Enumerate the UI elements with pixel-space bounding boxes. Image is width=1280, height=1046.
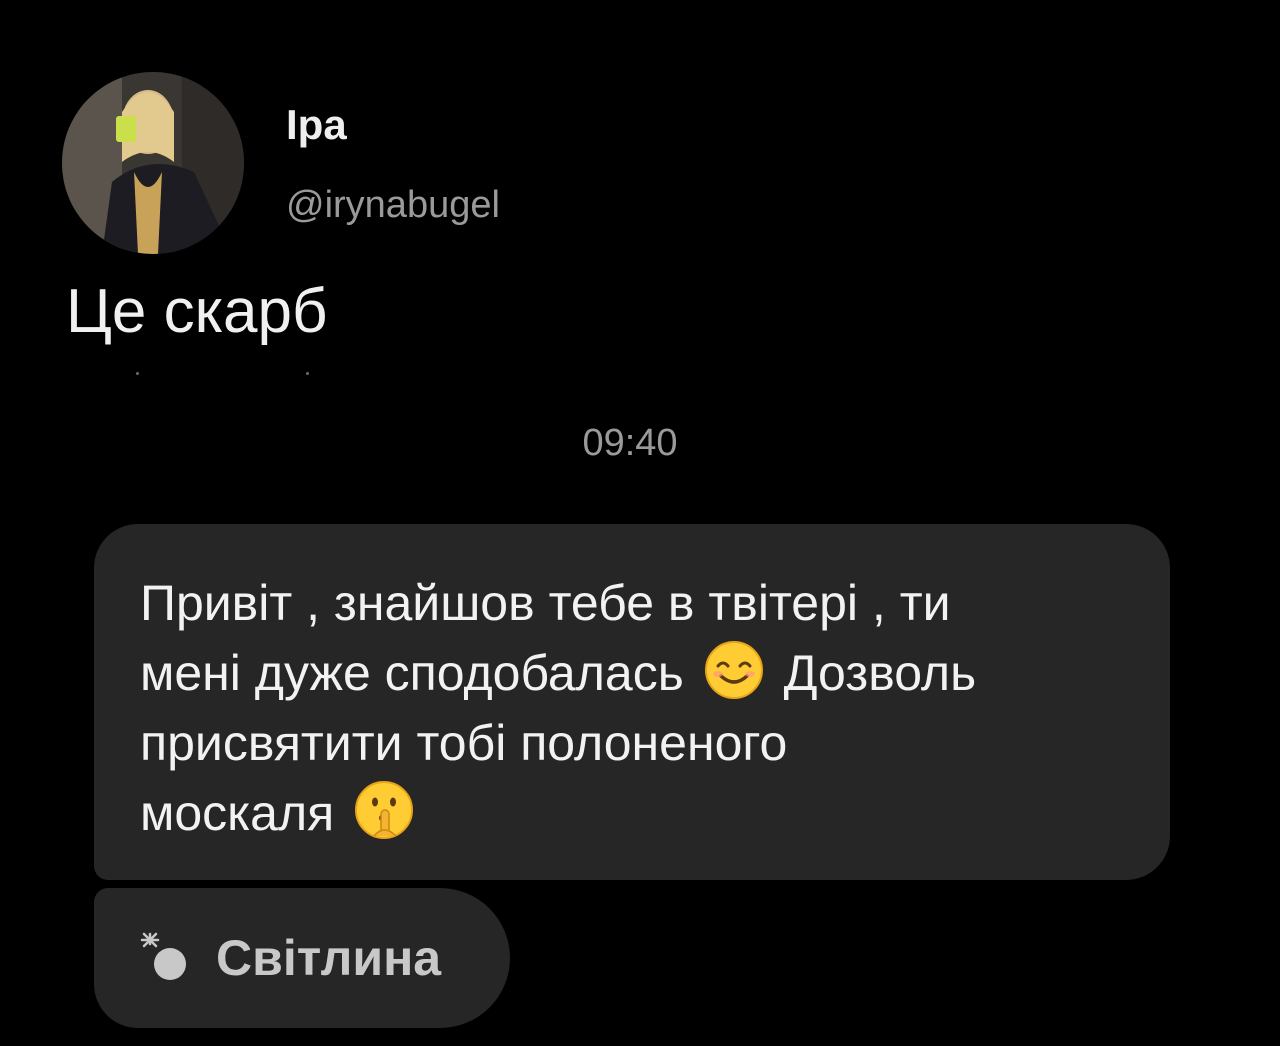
photo-attachment-button[interactable]: Світлина: [94, 888, 510, 1028]
caption-text: Це скарб: [66, 277, 328, 346]
smiling-face-icon: [704, 641, 763, 699]
photo-attachment-label: Світлина: [216, 930, 442, 986]
divider-dot: [136, 372, 139, 375]
message-text: Дозволь: [783, 645, 977, 701]
avatar-photo: [62, 72, 244, 254]
profile-name: Іра: [286, 101, 347, 148]
shushing-face-icon: [355, 781, 414, 839]
profile-avatar[interactable]: [62, 72, 244, 254]
message-line: присвятити тобі полоненого: [140, 715, 788, 771]
message-text: мені дуже сподобалась: [140, 645, 684, 701]
message-line: мені дуже сподобалась Дозволь: [140, 638, 1130, 708]
message-text: москаля: [140, 785, 335, 841]
message-bubble[interactable]: Привіт , знайшов тебе в твітері , ти мен…: [94, 524, 1170, 880]
photo-spark-icon: [140, 932, 186, 980]
message-timestamp: 09:40: [582, 422, 678, 464]
message-line: Привіт , знайшов тебе в твітері , ти: [140, 575, 951, 631]
message-line: москаля: [140, 778, 1130, 848]
profile-handle: @irynabugel: [286, 184, 500, 226]
divider-dot: [306, 372, 309, 375]
